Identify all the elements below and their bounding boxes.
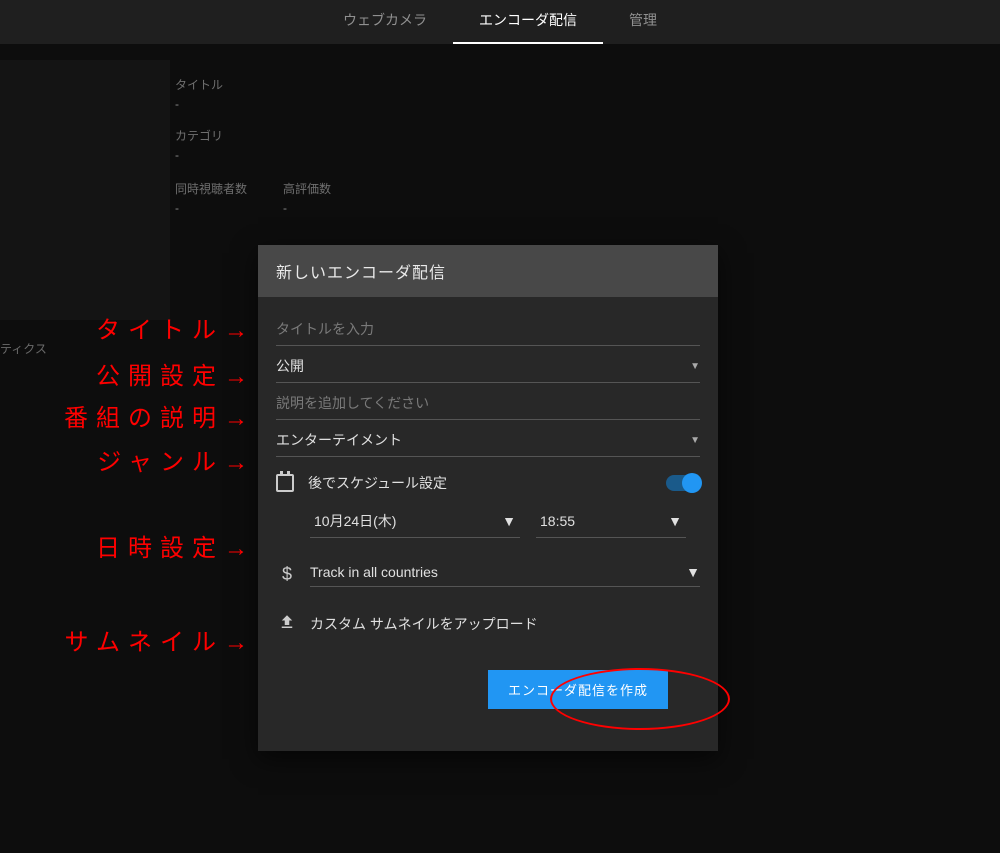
bg-info-panel: タイトル - カテゴリ - 同時視聴者数 - 高評価数 - (175, 60, 1000, 215)
description-placeholder: 説明を追加してください (276, 393, 700, 413)
upload-thumbnail-label: カスタム サムネイルをアップロード (310, 614, 538, 634)
description-input[interactable]: 説明を追加してください (276, 383, 700, 420)
bg-category-label: カテゴリ (175, 127, 1000, 144)
upload-icon (278, 613, 296, 634)
bg-title-label: タイトル (175, 76, 1000, 93)
chevron-down-icon: ▼ (686, 564, 700, 580)
bg-left-strip (0, 60, 170, 320)
annotation-datetime: 日時設定→ (0, 528, 256, 563)
time-select[interactable]: 18:55 ▼ (536, 505, 686, 538)
annotation-thumbnail: サムネイル→ (0, 622, 256, 657)
annotation-title: タイトル→ (0, 310, 256, 345)
monetization-value: Track in all countries (310, 564, 438, 580)
chevron-down-icon: ▼ (690, 361, 700, 372)
genre-select[interactable]: エンターテイメント ▼ (276, 420, 700, 457)
dialog-header: 新しいエンコーダ配信 (258, 245, 718, 297)
tab-encoder[interactable]: エンコーダ配信 (453, 0, 603, 44)
time-value: 18:55 (540, 513, 575, 529)
bg-viewers-value: - (175, 201, 247, 215)
bg-likes-label: 高評価数 (283, 182, 331, 196)
calendar-icon (276, 474, 294, 492)
dollar-icon: $ (278, 564, 296, 585)
title-input-placeholder: タイトルを入力 (276, 319, 700, 339)
visibility-value: 公開 (276, 356, 690, 376)
schedule-toggle[interactable] (666, 475, 700, 491)
annotation-genre: ジャンル→ (0, 442, 256, 477)
schedule-later-label: 後でスケジュール設定 (308, 473, 652, 493)
bg-category-value: - (175, 148, 1000, 162)
create-encoder-button[interactable]: エンコーダ配信を作成 (488, 670, 668, 709)
tab-admin[interactable]: 管理 (603, 0, 683, 44)
monetization-select[interactable]: Track in all countries ▼ (310, 562, 700, 587)
title-input[interactable]: タイトルを入力 (276, 309, 700, 346)
genre-value: エンターテイメント (276, 430, 690, 450)
bg-likes-value: - (283, 201, 331, 215)
new-encoder-dialog: 新しいエンコーダ配信 タイトルを入力 公開 ▼ 説明を追加してください エンター… (258, 245, 718, 751)
date-value: 10月24日(木) (314, 511, 396, 531)
chevron-down-icon: ▼ (502, 513, 516, 529)
visibility-select[interactable]: 公開 ▼ (276, 346, 700, 383)
tab-webcam[interactable]: ウェブカメラ (317, 0, 453, 44)
chevron-down-icon: ▼ (668, 513, 682, 529)
upload-thumbnail-button[interactable]: カスタム サムネイルをアップロード (276, 593, 700, 642)
bg-viewers-label: 同時視聴者数 (175, 182, 247, 196)
annotation-visibility: 公開設定→ (0, 356, 256, 391)
bg-title-value: - (175, 97, 1000, 111)
date-select[interactable]: 10月24日(木) ▼ (310, 505, 520, 538)
annotation-description: 番組の説明→ (0, 398, 256, 433)
chevron-down-icon: ▼ (690, 435, 700, 446)
tabbar: ウェブカメラ エンコーダ配信 管理 (0, 0, 1000, 44)
